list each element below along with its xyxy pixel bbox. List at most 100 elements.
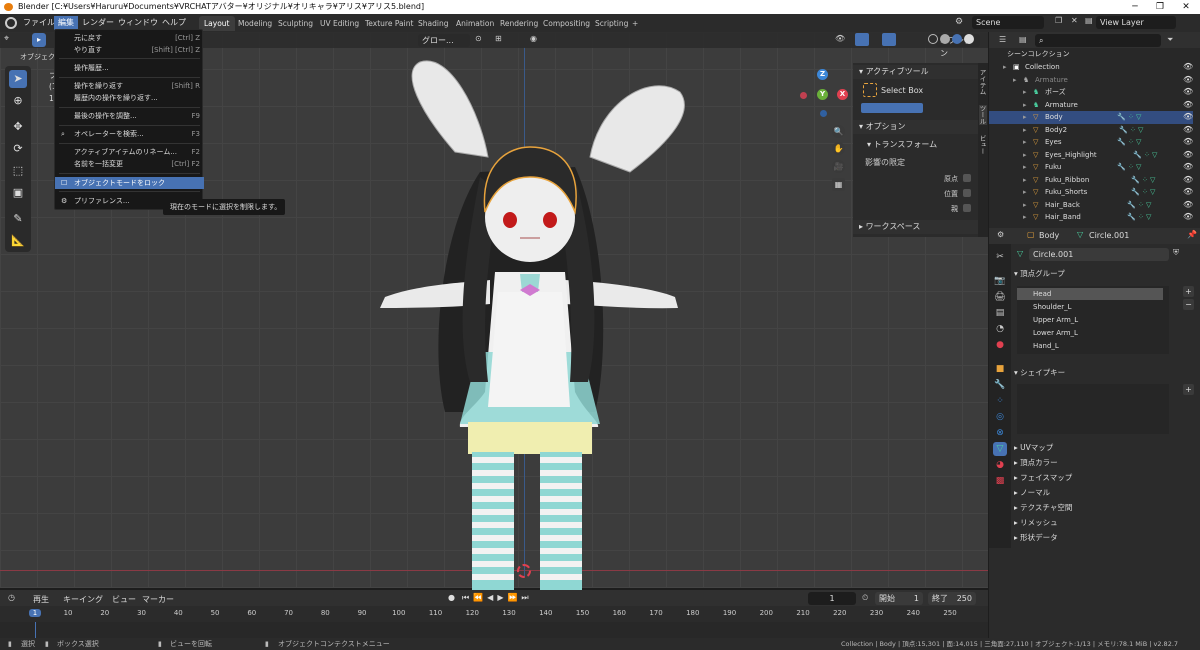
modifier-icons[interactable]: 🔧 ⁘ ▽ bbox=[1117, 111, 1141, 124]
select-box-icon[interactable] bbox=[863, 83, 877, 97]
menu-item-undo-history[interactable]: 操作履歴... bbox=[55, 62, 204, 74]
material-tab-icon[interactable]: ◕ bbox=[993, 458, 1007, 472]
overlay-toggle-icon[interactable] bbox=[882, 33, 896, 46]
material-shading-icon[interactable] bbox=[952, 34, 962, 44]
view-menu[interactable]: ビュー bbox=[112, 594, 136, 605]
measure-tool-icon[interactable]: 📐 bbox=[9, 232, 27, 250]
vertex-group-item[interactable]: Lower Arm_L bbox=[1017, 327, 1163, 339]
record-icon[interactable]: ● bbox=[448, 593, 455, 602]
properties-editor-icon[interactable]: ⚙ bbox=[997, 230, 1004, 239]
vertex-groups-header[interactable]: ▾ 頂点グループ bbox=[1014, 266, 1184, 281]
snap-icon[interactable]: ⊞ bbox=[495, 34, 502, 43]
keying-menu[interactable]: キーイング bbox=[63, 594, 103, 605]
expand-arrow-icon[interactable]: ▸ bbox=[1023, 111, 1027, 124]
menu-file[interactable]: ファイル bbox=[19, 16, 59, 30]
editor-type-icon[interactable]: ⌖ bbox=[4, 34, 9, 44]
options-header[interactable]: ▾ オプション bbox=[853, 120, 978, 134]
outliner-row-eyes[interactable]: ▸ ▽ Eyes 🔧 ⁘ ▽ 👁 bbox=[989, 136, 1193, 149]
tab-item[interactable]: アイテム bbox=[978, 69, 987, 95]
properties-section-header[interactable]: ▸ UVマップ bbox=[1014, 440, 1184, 455]
3d-cursor-icon[interactable] bbox=[517, 564, 531, 578]
filter-icon[interactable]: ⏷ bbox=[1167, 35, 1173, 45]
visibility-eye-icon[interactable]: 👁 bbox=[1183, 211, 1193, 224]
outliner-row-fuku-shorts[interactable]: ▸ ▽ Fuku_Shorts 🔧 ⁘ ▽ 👁 bbox=[989, 186, 1193, 199]
modifier-icons[interactable]: 🔧 ⁘ ▽ bbox=[1133, 149, 1157, 162]
delete-scene-icon[interactable]: ✕ bbox=[1071, 16, 1078, 25]
location-checkbox[interactable] bbox=[963, 189, 971, 197]
end-frame-field[interactable]: 終了 250 bbox=[928, 592, 976, 605]
expand-arrow-icon[interactable]: ▸ bbox=[1023, 149, 1027, 162]
select-tool-icon[interactable]: ➤ bbox=[9, 70, 27, 88]
outliner-row-collection[interactable]: ▸ ▣ Collection 👁 bbox=[989, 61, 1193, 74]
outliner-row-hair-back[interactable]: ▸ ▽ Hair_Back 🔧 ⁘ ▽ 👁 bbox=[989, 199, 1193, 212]
wireframe-shading-icon[interactable] bbox=[928, 34, 938, 44]
maximize-button[interactable]: ❐ bbox=[1150, 0, 1170, 14]
pan-hand-icon[interactable]: ✋ bbox=[832, 142, 845, 155]
expand-arrow-icon[interactable]: ▸ bbox=[1023, 186, 1027, 199]
modifier-icons[interactable]: 🔧 ⁘ ▽ bbox=[1119, 124, 1143, 137]
outliner-row-eyes-highlight[interactable]: ▸ ▽ Eyes_Highlight 🔧 ⁘ ▽ 👁 bbox=[989, 149, 1193, 162]
marker-menu[interactable]: マーカー bbox=[142, 594, 174, 605]
gizmo-toggle-icon[interactable] bbox=[855, 33, 869, 46]
shape-keys-header[interactable]: ▾ シェイプキー bbox=[1014, 365, 1184, 380]
outliner-row-body2[interactable]: ▸ ▽ Body2 🔧 ⁘ ▽ 👁 bbox=[989, 124, 1193, 137]
properties-section-header[interactable]: ▸ 形状データ bbox=[1014, 530, 1184, 545]
gizmo-z-axis[interactable]: Z bbox=[817, 69, 828, 80]
transform-orientation-dropdown[interactable]: グロー... bbox=[418, 34, 470, 47]
constraints-tab-icon[interactable]: ⊗ bbox=[993, 426, 1007, 440]
menu-item-adjust-last[interactable]: 最後の操作を調整... F9 bbox=[55, 110, 204, 122]
data-tab-icon[interactable]: ▽ bbox=[993, 442, 1007, 456]
texture-tab-icon[interactable]: ▩ bbox=[993, 474, 1007, 488]
outliner-row-armature[interactable]: ▸ ♞ Armature 👁 bbox=[989, 99, 1193, 112]
outliner-search-input[interactable]: ⌕ bbox=[1035, 34, 1161, 47]
active-tool-header[interactable]: ▾ アクティブツール bbox=[853, 65, 978, 79]
outliner-root[interactable]: シーンコレクション bbox=[989, 48, 1193, 61]
scale-tool-icon[interactable]: ⬚ bbox=[9, 162, 27, 180]
playback-menu[interactable]: 再生 bbox=[33, 594, 49, 605]
properties-section-header[interactable]: ▸ リメッシュ bbox=[1014, 515, 1184, 530]
modifier-icons[interactable]: 🔧 ⁘ ▽ bbox=[1131, 174, 1155, 187]
object-tab-icon[interactable]: ■ bbox=[993, 362, 1007, 376]
workspace-header[interactable]: ▸ ワークスペース bbox=[853, 220, 978, 234]
modifiers-tab-icon[interactable]: 🔧 bbox=[993, 378, 1007, 392]
blender-menu-icon[interactable] bbox=[5, 17, 17, 29]
solid-shading-icon[interactable] bbox=[940, 34, 950, 44]
menu-item-repeat-last[interactable]: 操作を繰り返す [Shift] R bbox=[55, 80, 204, 92]
outliner-row-fuku-ribbon[interactable]: ▸ ▽ Fuku_Ribbon 🔧 ⁘ ▽ 👁 bbox=[989, 174, 1193, 187]
outliner-row-armature[interactable]: ▸ ♞ Armature 👁 bbox=[989, 74, 1193, 87]
expand-arrow-icon[interactable]: ▸ bbox=[1023, 174, 1027, 187]
outliner-row--[interactable]: ▸ ♞ ポーズ 👁 bbox=[989, 86, 1193, 99]
expand-arrow-icon[interactable]: ▸ bbox=[1013, 74, 1017, 87]
rotate-tool-icon[interactable]: ⟳ bbox=[9, 140, 27, 158]
timeline-editor-icon[interactable]: ◷ bbox=[8, 593, 15, 602]
pin-icon[interactable]: 📌 bbox=[1187, 230, 1197, 239]
outliner-row-body[interactable]: ▸ ▽ Body 🔧 ⁘ ▽ 👁 bbox=[989, 111, 1193, 124]
perspective-grid-icon[interactable]: ▦ bbox=[832, 178, 845, 191]
close-button[interactable]: ✕ bbox=[1176, 0, 1196, 14]
world-tab-icon[interactable]: ● bbox=[993, 338, 1007, 352]
tool-tab-icon[interactable]: ✂ bbox=[993, 250, 1007, 264]
proportional-edit-icon[interactable]: ◉ bbox=[530, 34, 537, 43]
vertex-group-item[interactable]: Shoulder_L bbox=[1017, 301, 1163, 313]
tab-view[interactable]: ビュー bbox=[978, 135, 987, 155]
character-model[interactable] bbox=[360, 52, 690, 607]
visibility-eye-icon[interactable]: 👁 bbox=[1183, 61, 1193, 74]
gizmo-y-axis[interactable]: Y bbox=[817, 89, 828, 100]
expand-arrow-icon[interactable]: ▸ bbox=[1023, 211, 1027, 224]
menu-item-repeat-history[interactable]: 履歴内の操作を繰り返す... bbox=[55, 92, 204, 104]
output-tab-icon[interactable]: 🖨 bbox=[993, 290, 1007, 304]
particles-tab-icon[interactable]: ⁘ bbox=[993, 394, 1007, 408]
mesh-name-field[interactable]: Circle.001 bbox=[1029, 248, 1169, 261]
visibility-eye-icon[interactable]: 👁 bbox=[1183, 74, 1193, 87]
add-shape-key-button[interactable]: + bbox=[1183, 384, 1194, 395]
scene-tab-icon[interactable]: ◔ bbox=[993, 322, 1007, 336]
cursor-tool-icon[interactable]: ⊕ bbox=[9, 92, 27, 110]
tab-tool[interactable]: ツール bbox=[978, 105, 987, 125]
expand-arrow-icon[interactable]: ▸ bbox=[1023, 136, 1027, 149]
expand-arrow-icon[interactable]: ▸ bbox=[1023, 199, 1027, 212]
menu-item-undo[interactable]: 元に戻す [Ctrl] Z bbox=[55, 32, 204, 44]
modifier-icons[interactable]: 🔧 ⁘ ▽ bbox=[1127, 211, 1151, 224]
vertex-group-item[interactable]: Upper Arm_L bbox=[1017, 314, 1163, 326]
visibility-eye-icon[interactable]: 👁 bbox=[1183, 149, 1193, 162]
visibility-eye-icon[interactable]: 👁 bbox=[1183, 136, 1193, 149]
